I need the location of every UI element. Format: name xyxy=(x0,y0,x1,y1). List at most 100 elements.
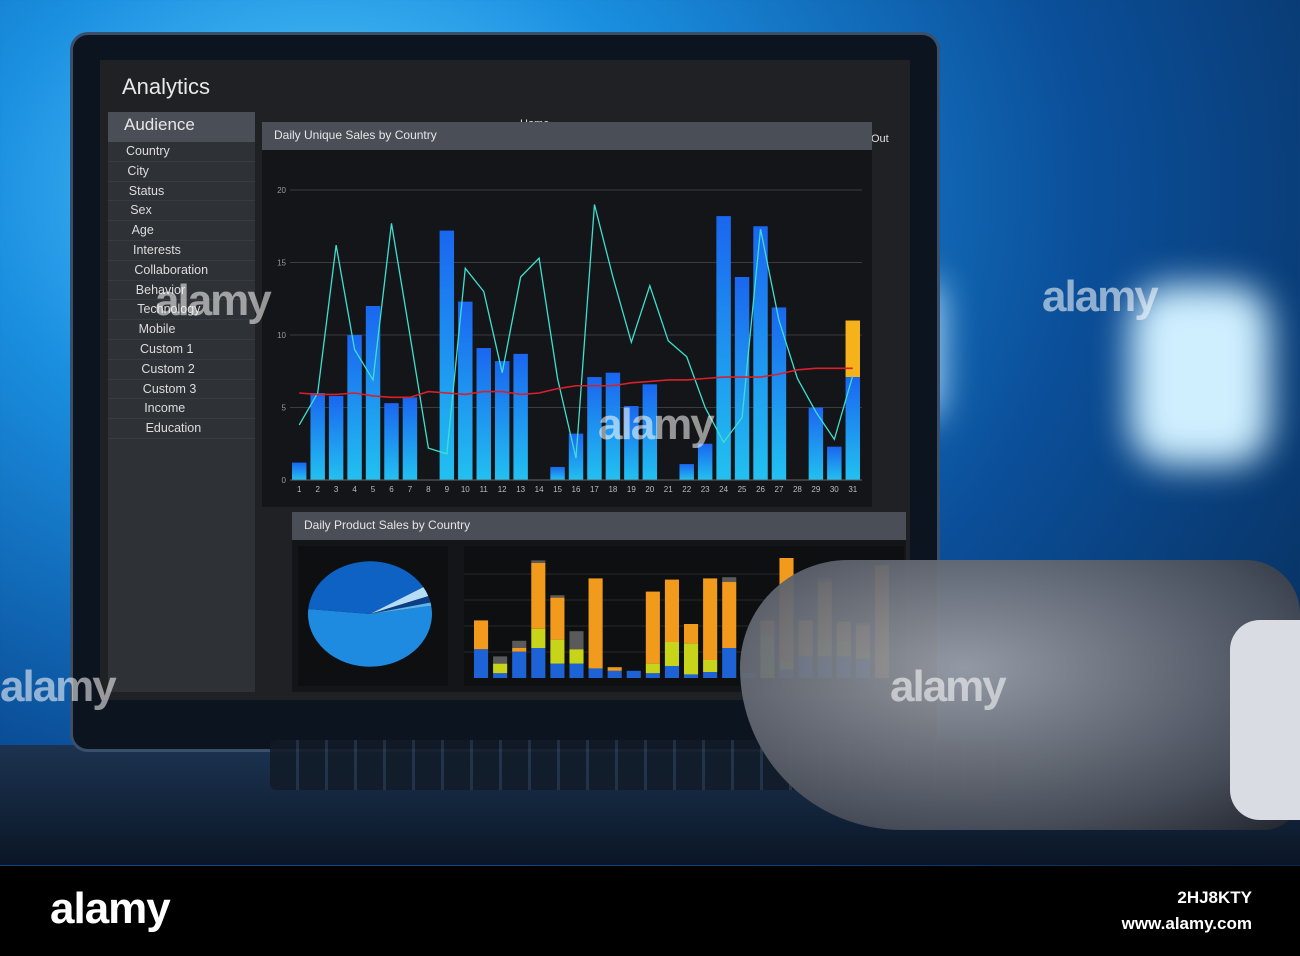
bar-day-6 xyxy=(384,403,399,480)
y-tick-label: 10 xyxy=(277,331,286,340)
bar-day-3 xyxy=(328,395,344,480)
bar-day-13 xyxy=(513,353,528,480)
stacked-segment xyxy=(703,660,718,672)
stacked-segment xyxy=(512,640,527,648)
stacked-segment xyxy=(550,639,565,664)
x-tick-label: 21 xyxy=(664,485,673,494)
stacked-segment xyxy=(684,674,699,678)
x-tick-label: 22 xyxy=(682,485,691,494)
bar-day-22 xyxy=(679,464,694,480)
stacked-segment xyxy=(512,651,527,678)
stacked-segment xyxy=(550,597,565,640)
unique-sales-panel: Daily Unique Sales by Country 0 5 10 15 20 1 2… xyxy=(262,122,872,507)
stacked-segment xyxy=(645,591,660,664)
pie-chart-box xyxy=(298,546,448,686)
x-tick-label: 25 xyxy=(738,485,747,494)
x-tick-label: 30 xyxy=(830,485,839,494)
sidebar-item-status[interactable]: Status xyxy=(108,182,255,202)
y-tick-label: 20 xyxy=(277,186,286,195)
pie-slice-1 xyxy=(308,605,432,667)
x-tick-label: 17 xyxy=(590,485,599,494)
pie-chart xyxy=(308,561,432,667)
x-tick-label: 5 xyxy=(371,485,376,494)
x-tick-label: 14 xyxy=(535,485,544,494)
stacked-segment xyxy=(550,595,565,598)
stacked-segment xyxy=(474,620,489,650)
site-url: www.alamy.com xyxy=(1121,914,1252,933)
stacked-segment xyxy=(722,582,737,648)
stacked-segment xyxy=(703,672,718,678)
sidebar-item-interests[interactable]: Interests xyxy=(108,241,255,261)
stacked-segment xyxy=(493,663,508,674)
watermark-footer: alamy 2HJ8KTY www.alamy.com xyxy=(0,866,1300,956)
x-tick-label: 19 xyxy=(627,485,636,494)
watermark: alamy xyxy=(890,662,1007,711)
x-tick-label: 12 xyxy=(498,485,507,494)
sidebar-heading: Audience xyxy=(108,112,255,142)
sidebar-item-age[interactable]: Age xyxy=(108,221,255,241)
unique-sales-chart: 051015201 2 3 4 5 6 7 8 9 10 11 12 13 14 15 16 17 18 19 20 2… xyxy=(277,186,862,494)
stacked-segment xyxy=(722,577,737,582)
bar-day-2 xyxy=(310,393,325,480)
y-tick-label: 0 xyxy=(282,476,287,485)
app-title: Analytics xyxy=(122,74,211,99)
sidebar-item-sex[interactable]: Sex xyxy=(108,201,255,222)
stacked-segment xyxy=(684,624,699,644)
shirt-cuff xyxy=(1230,620,1300,820)
stacked-segment xyxy=(607,667,622,671)
stacked-segment xyxy=(531,628,546,648)
stacked-segment xyxy=(722,648,737,678)
sidebar-item-custom-3[interactable]: Custom 3 xyxy=(108,380,255,400)
watermark: alamy xyxy=(155,276,272,325)
x-tick-label: 13 xyxy=(516,485,525,494)
stacked-segment xyxy=(474,649,489,678)
stacked-segment xyxy=(607,670,622,678)
watermark: alamy xyxy=(1042,272,1159,321)
x-tick-label: 2 xyxy=(315,485,320,494)
bar-day-7 xyxy=(402,397,418,480)
stacked-segment xyxy=(512,648,527,652)
watermark: alamy xyxy=(598,400,715,449)
x-tick-label: 3 xyxy=(334,485,339,494)
stacked-segment xyxy=(531,560,546,563)
sidebar-item-custom-1[interactable]: Custom 1 xyxy=(108,340,255,360)
stacked-segment xyxy=(645,663,660,674)
stacked-segment xyxy=(493,673,508,678)
stacked-segment xyxy=(626,670,641,678)
x-tick-label: 16 xyxy=(572,485,581,494)
x-tick-label: 15 xyxy=(553,485,562,494)
sidebar-item-city[interactable]: City xyxy=(108,162,255,182)
sidebar-item-country[interactable]: Country xyxy=(108,142,255,162)
sidebar-item-education[interactable]: Education xyxy=(108,419,255,439)
x-tick-label: 8 xyxy=(426,485,431,494)
x-tick-label: 7 xyxy=(408,485,413,494)
panel-title: Daily Product Sales by Country xyxy=(292,512,906,540)
stacked-segment xyxy=(588,578,603,669)
stacked-segment xyxy=(664,579,679,642)
stacked-segment xyxy=(588,668,603,678)
sidebar-item-custom-2[interactable]: Custom 2 xyxy=(108,360,255,380)
x-tick-label: 31 xyxy=(848,485,857,494)
bar-day-26 xyxy=(753,226,768,480)
sidebar-item-income[interactable]: Income xyxy=(108,399,255,420)
stacked-segment xyxy=(703,578,718,660)
x-tick-label: 29 xyxy=(811,485,820,494)
stacked-segment xyxy=(569,649,584,664)
x-tick-label: 23 xyxy=(701,485,710,494)
stacked-segment xyxy=(531,648,546,678)
x-tick-label: 26 xyxy=(756,485,765,494)
y-tick-label: 15 xyxy=(277,259,286,268)
x-tick-label: 27 xyxy=(775,485,784,494)
x-tick-label: 18 xyxy=(608,485,617,494)
image-id: 2HJ8KTY xyxy=(1177,888,1252,907)
stacked-segment xyxy=(684,643,699,675)
x-tick-label: 20 xyxy=(645,485,654,494)
x-tick-label: 28 xyxy=(793,485,802,494)
x-tick-label: 11 xyxy=(480,485,489,494)
stacked-segment xyxy=(664,666,679,678)
cyan-line-series xyxy=(298,204,854,459)
bar-day-24 xyxy=(716,216,731,480)
stacked-segment xyxy=(664,642,679,666)
y-tick-label: 5 xyxy=(282,404,287,413)
bar-day-25 xyxy=(734,277,750,480)
